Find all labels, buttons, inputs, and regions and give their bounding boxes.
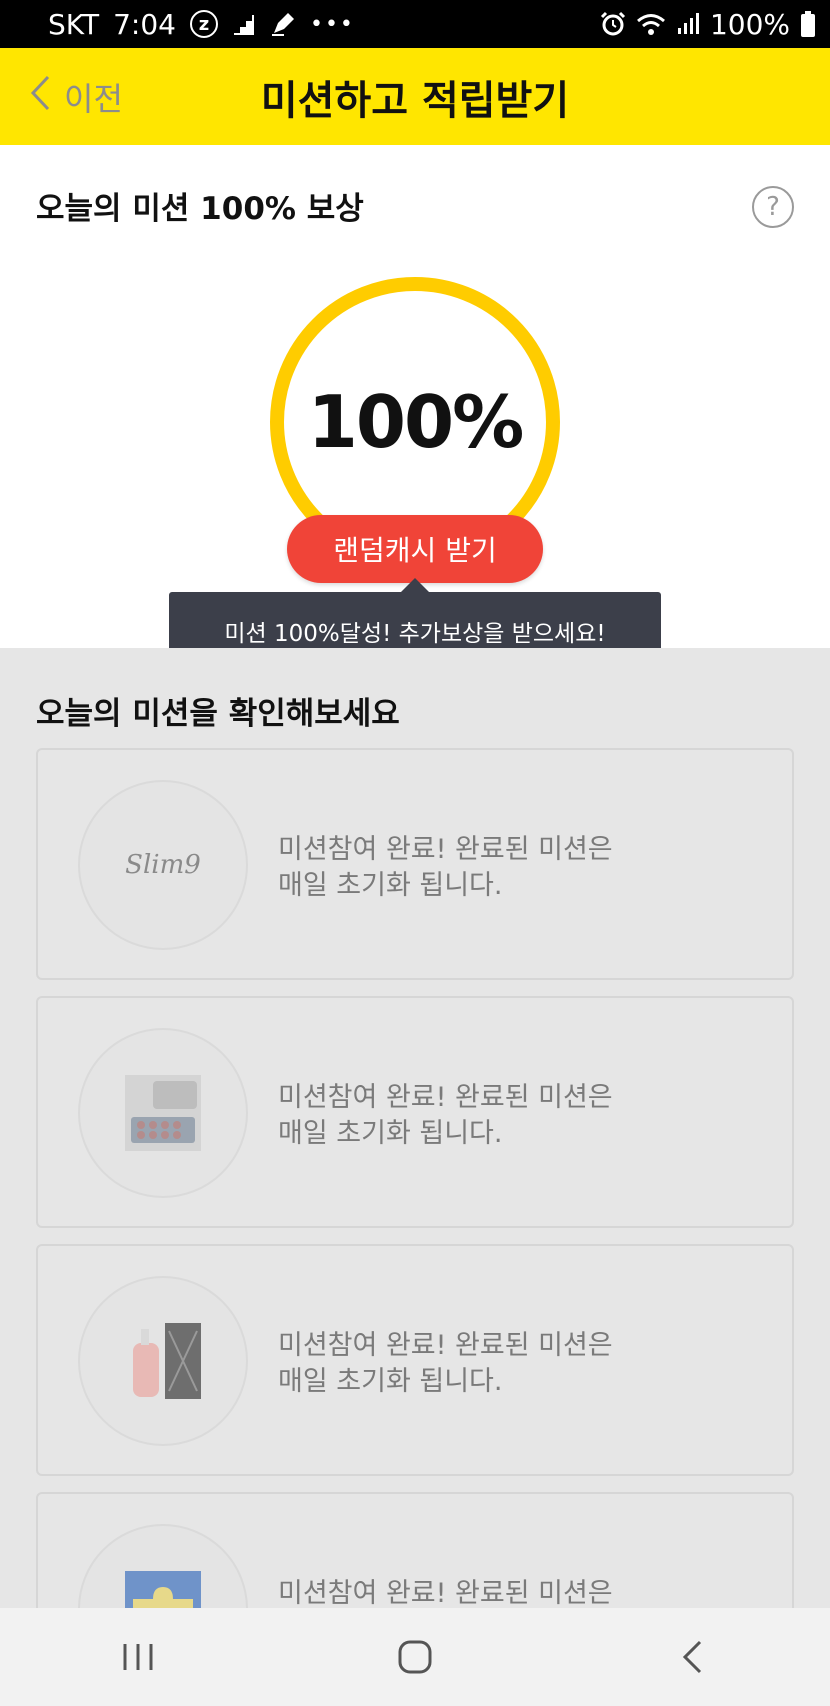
home-icon[interactable] [355, 1608, 475, 1706]
z-icon: z [189, 10, 218, 38]
mission-status-text: 미션참여 완료! 완료된 미션은 [278, 1576, 758, 1608]
back-button[interactable]: 이전 [30, 48, 123, 145]
pen-icon [270, 11, 296, 37]
mission-thumbnail: Slim9 [78, 780, 248, 950]
mission-status-text: 미션참여 완료! 완료된 미션은 매일 초기화 됩니다. [278, 1328, 758, 1400]
back-icon[interactable] [632, 1608, 752, 1706]
mission-card[interactable]: 미션참여 완료! 완료된 미션은 매일 초기화 됩니다. [36, 996, 794, 1228]
stairs-icon [232, 13, 256, 35]
status-bar: SKT 7:04 z ••• 100% [0, 0, 830, 48]
wifi-icon [636, 12, 666, 36]
mission-card[interactable]: Slim9 미션참여 완료! 완료된 미션은 매일 초기화 됩니다. [36, 748, 794, 980]
thumbnail-logo-text: Slim9 [125, 850, 201, 880]
mission-status-text: 미션참여 완료! 완료된 미션은 매일 초기화 됩니다. [278, 1080, 758, 1152]
status-left: SKT 7:04 z ••• [48, 8, 355, 41]
mission-status-text: 미션참여 완료! 완료된 미션은 매일 초기화 됩니다. [278, 832, 758, 904]
mission-status-line2: 매일 초기화 됩니다. [278, 1366, 503, 1397]
puzzle-icon [125, 1571, 201, 1608]
carrier: SKT [48, 7, 100, 41]
battery-icon [800, 11, 816, 37]
product-container-icon [125, 1075, 201, 1151]
back-label: 이전 [64, 79, 123, 118]
shampoo-bottle-icon [133, 1323, 201, 1399]
help-icon[interactable]: ? [752, 186, 794, 228]
app-header: 이전 미션하고 적립받기 [0, 48, 830, 145]
mission-card[interactable]: 미션참여 완료! 완료된 미션은 [36, 1492, 794, 1608]
recent-apps-icon[interactable] [78, 1608, 198, 1706]
mission-list-section: 오늘의 미션을 확인해보세요 Slim9 미션참여 완료! 완료된 미션은 매일… [0, 648, 830, 1608]
random-cash-button[interactable]: 랜덤캐시 받기 [287, 515, 543, 583]
status-right: 100% [600, 8, 816, 41]
battery-percent: 100% [709, 7, 790, 41]
clock: 7:04 [113, 7, 176, 41]
reward-title: 오늘의 미션 100% 보상 [36, 191, 364, 227]
more-dots-icon: ••• [309, 11, 355, 37]
mission-status-line1: 미션참여 완료! 완료된 미션은 [278, 1330, 613, 1361]
chevron-left-icon [30, 75, 50, 119]
tooltip-arrow [401, 578, 429, 592]
mission-list-title: 오늘의 미션을 확인해보세요 [36, 696, 400, 732]
mission-status-line2: 매일 초기화 됩니다. [278, 870, 503, 901]
mission-card[interactable]: 미션참여 완료! 완료된 미션은 매일 초기화 됩니다. [36, 1244, 794, 1476]
mission-status-line2: 매일 초기화 됩니다. [278, 1118, 503, 1149]
page-title: 미션하고 적립받기 [260, 77, 570, 124]
mission-status-line1: 미션참여 완료! 완료된 미션은 [278, 1082, 613, 1113]
mission-status-line1: 미션참여 완료! 완료된 미션은 [278, 1578, 613, 1608]
mission-thumbnail [78, 1276, 248, 1446]
signal-icon [676, 12, 700, 36]
mission-thumbnail [78, 1524, 248, 1608]
system-nav-bar [0, 1608, 830, 1706]
alarm-icon [600, 11, 626, 37]
mission-status-line1: 미션참여 완료! 완료된 미션은 [278, 834, 613, 865]
mission-thumbnail [78, 1028, 248, 1198]
